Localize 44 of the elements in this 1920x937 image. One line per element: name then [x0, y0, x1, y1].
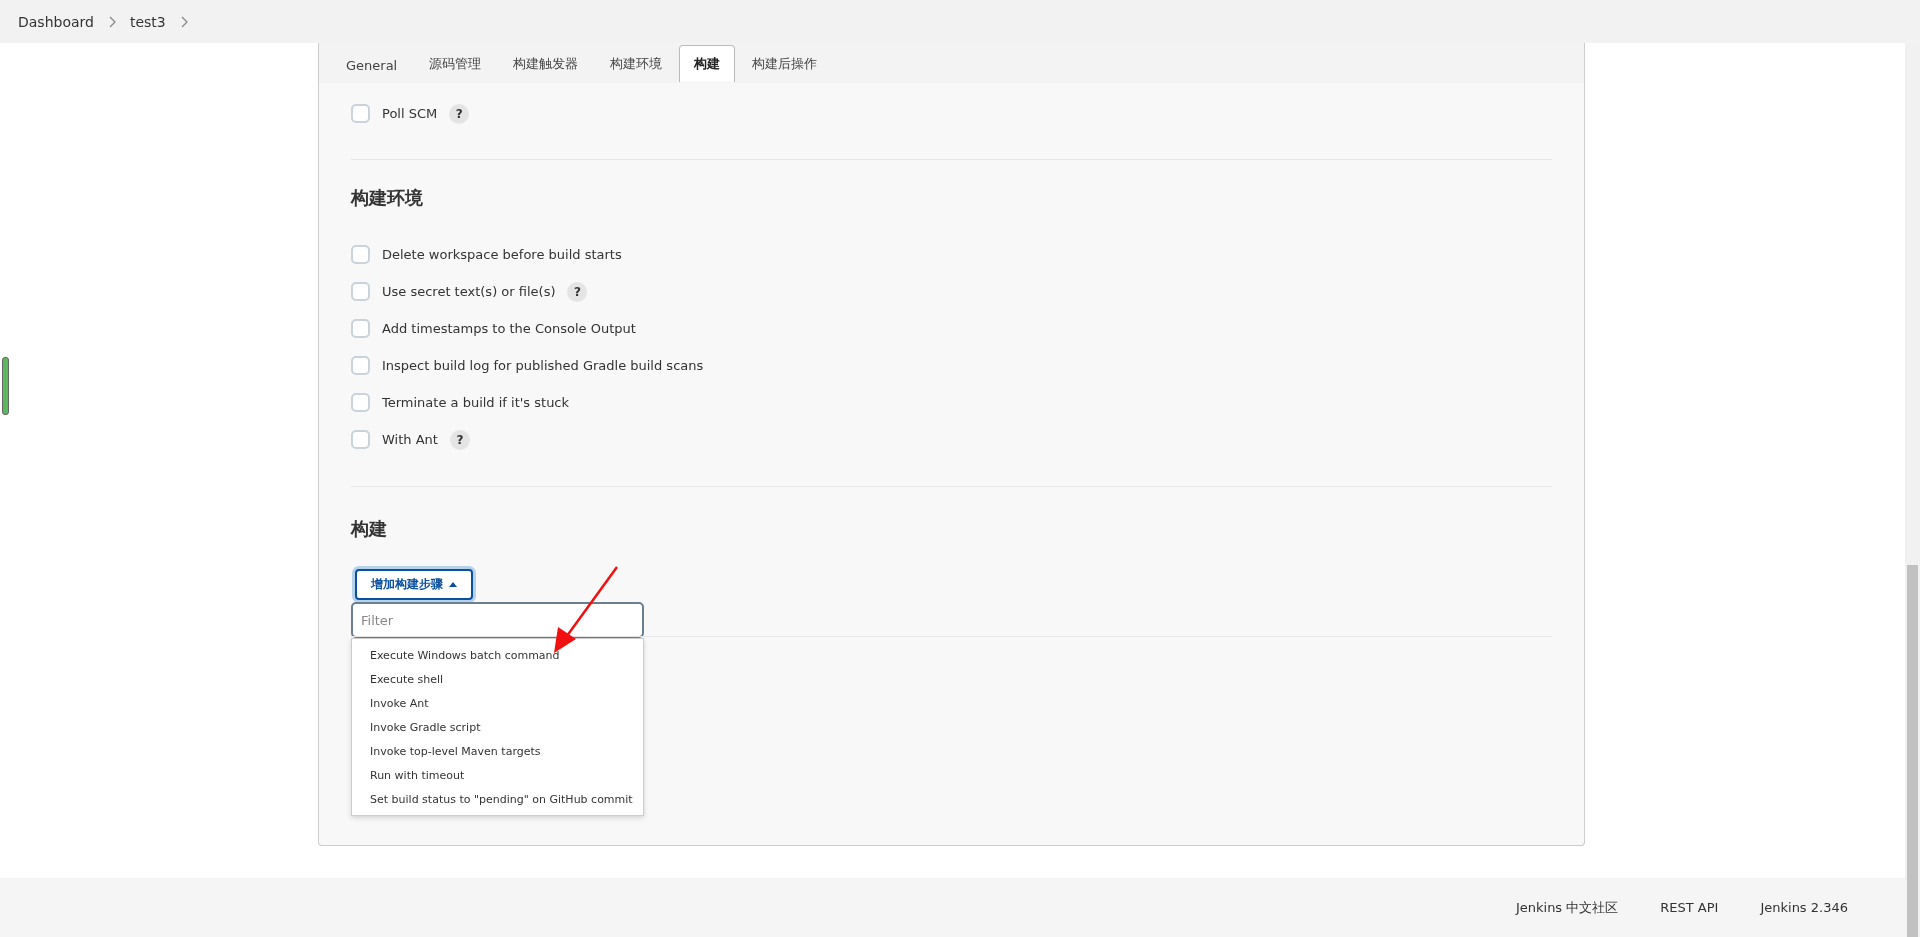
filter-field[interactable]: Filter — [351, 602, 644, 638]
tab[interactable]: 构建 — [679, 45, 736, 82]
footer-link[interactable]: Jenkins 中文社区 — [1515, 898, 1619, 917]
section-heading: 构建 — [351, 517, 388, 541]
checkbox[interactable] — [351, 245, 370, 264]
checkbox[interactable] — [351, 356, 370, 375]
checkbox[interactable] — [351, 282, 370, 301]
section-heading: 构建环境 — [351, 186, 424, 210]
menu-item[interactable]: Invoke top-level Maven targets — [352, 739, 643, 763]
chevron-icon — [179, 15, 188, 28]
help-icon[interactable]: ? — [449, 103, 470, 124]
footer-link[interactable]: REST API — [1660, 900, 1719, 915]
option-label: Poll SCM — [382, 106, 438, 121]
menu-item[interactable]: Run with timeout — [352, 763, 643, 787]
menu-item[interactable]: Execute Windows batch command — [352, 643, 643, 667]
tab[interactable]: 构建触发器 — [498, 45, 594, 82]
tab[interactable]: 构建环境 — [595, 45, 678, 82]
menu-item[interactable]: Invoke Gradle script — [352, 715, 643, 739]
add-build-step-button[interactable]: 增加构建步骤 — [355, 569, 473, 600]
checkbox[interactable] — [351, 319, 370, 338]
option-label: Use secret text(s) or file(s) — [382, 284, 556, 299]
chevron-icon — [107, 15, 116, 28]
scrollbar[interactable] — [1905, 43, 1920, 937]
option-label: Add timestamps to the Console Output — [382, 321, 636, 336]
caret-icon — [449, 582, 457, 587]
scroll-indicator — [2, 357, 9, 415]
tab[interactable]: 构建后操作 — [737, 45, 833, 82]
option-label: Delete workspace before build starts — [382, 247, 622, 262]
menu-item[interactable]: Set build status to "pending" on GitHub commit — [352, 787, 643, 811]
breadcrumb-link[interactable]: test3 — [129, 13, 166, 30]
help-icon[interactable]: ? — [449, 429, 470, 450]
checkbox[interactable] — [351, 104, 370, 123]
menu-item[interactable]: Invoke Ant — [352, 691, 643, 715]
footer-link[interactable]: Jenkins 2.346 — [1760, 900, 1848, 915]
breadcrumb-link[interactable]: Dashboard — [18, 13, 94, 30]
menu-item[interactable]: Execute shell — [352, 667, 643, 691]
help-icon[interactable]: ? — [567, 281, 588, 302]
checkbox[interactable] — [351, 393, 370, 412]
tab[interactable]: General — [331, 48, 413, 82]
option-label: Inspect build log for published Gradle build scans — [382, 358, 704, 373]
tab[interactable]: 源码管理 — [414, 45, 497, 82]
option-label: With Ant — [382, 432, 438, 447]
option-label: Terminate a build if it's stuck — [382, 395, 570, 410]
checkbox[interactable] — [351, 430, 370, 449]
